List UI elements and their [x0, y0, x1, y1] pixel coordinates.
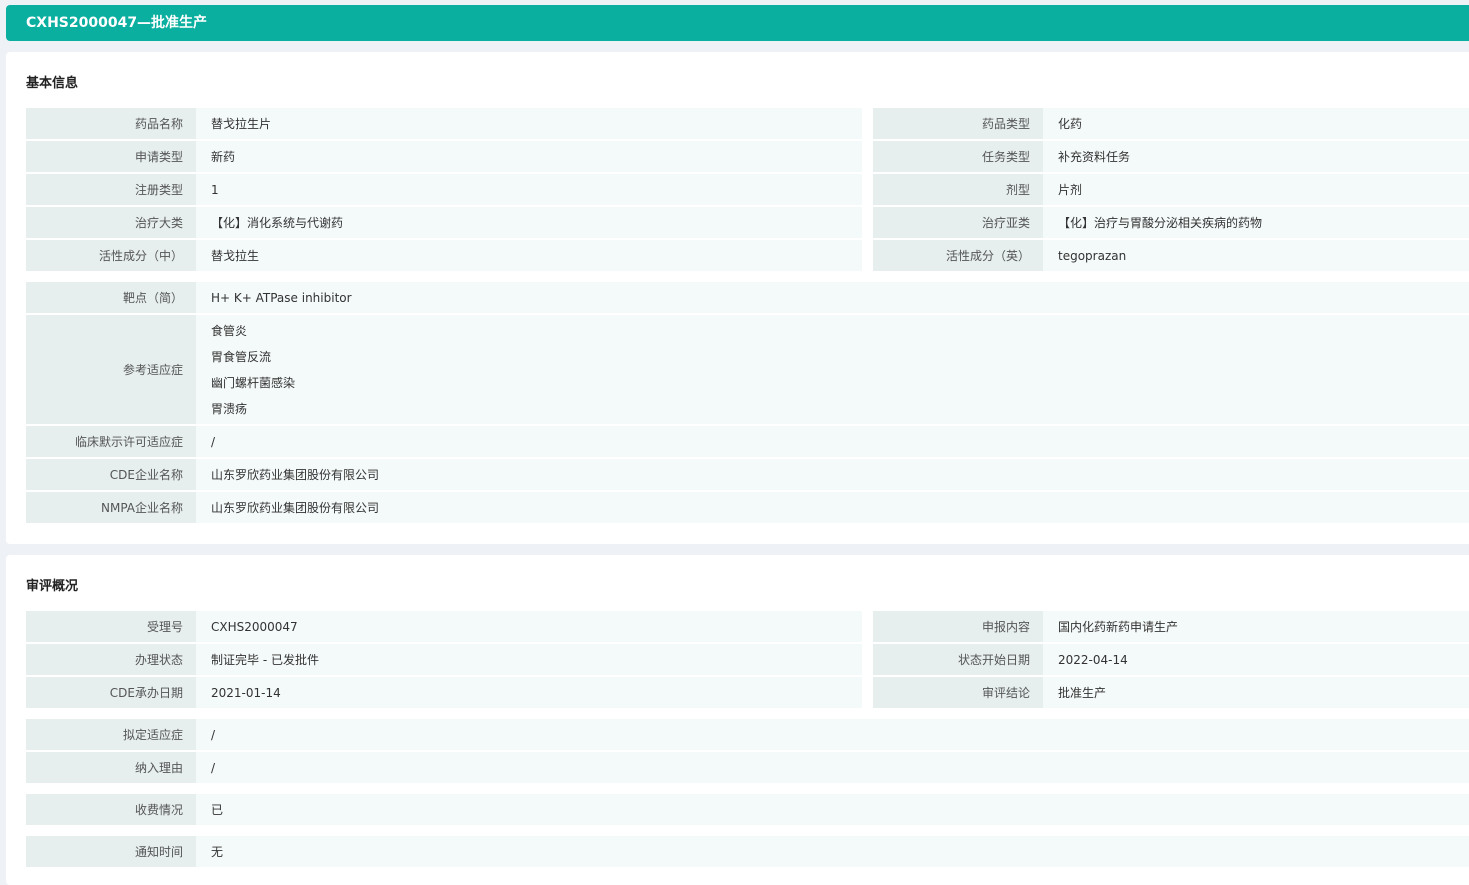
page-title: CXHS2000047—批准生产 [26, 15, 208, 31]
field-clinical-indications: 临床默示许可适应症 / [26, 426, 1469, 457]
field-value: 替戈拉生 [196, 240, 862, 271]
field-value: / [196, 719, 1469, 750]
field-target: 靶点（简） H+ K+ ATPase inhibitor [26, 282, 1469, 313]
field-application-type: 申请类型 新药 [26, 141, 862, 172]
field-processing-status: 办理状态 制证完毕 - 已发批件 [26, 644, 862, 675]
field-proposed-indication: 拟定适应症 / [26, 719, 1469, 750]
field-value: 山东罗欣药业集团股份有限公司 [196, 492, 1469, 523]
field-label: 申请类型 [26, 141, 196, 172]
field-cde-date: CDE承办日期 2021-01-14 [26, 677, 862, 708]
field-value: 制证完毕 - 已发批件 [196, 644, 862, 675]
field-reference-indications: 参考适应症 食管炎 胃食管反流 幽门螺杆菌感染 胃溃疡 [26, 315, 1469, 424]
field-registration-type: 注册类型 1 [26, 174, 862, 205]
field-label: 药品名称 [26, 108, 196, 139]
field-value: 补充资料任务 [1043, 141, 1469, 172]
field-therapy-class: 治疗大类 【化】消化系统与代谢药 [26, 207, 862, 238]
list-item: 食管炎 [211, 323, 248, 338]
field-fee-status: 收费情况 已 [26, 794, 1469, 825]
field-label: 审评结论 [873, 677, 1043, 708]
field-acceptance-number: 受理号 CXHS2000047 [26, 611, 862, 642]
field-value: 山东罗欣药业集团股份有限公司 [196, 459, 1469, 490]
section-title-review: 审评概况 [26, 579, 79, 594]
field-label: 注册类型 [26, 174, 196, 205]
field-value: CXHS2000047 [196, 611, 862, 642]
field-cde-company: CDE企业名称 山东罗欣药业集团股份有限公司 [26, 459, 1469, 490]
field-value: / [196, 426, 1469, 457]
field-value: tegoprazan [1043, 240, 1469, 271]
field-value: 国内化药新药申请生产 [1043, 611, 1469, 642]
field-label: 申报内容 [873, 611, 1043, 642]
field-status-start-date: 状态开始日期 2022-04-14 [873, 644, 1469, 675]
field-label: 活性成分（英） [873, 240, 1043, 271]
field-label: 拟定适应症 [26, 719, 196, 750]
field-label: 受理号 [26, 611, 196, 642]
field-label: 办理状态 [26, 644, 196, 675]
field-value: 已 [196, 794, 1469, 825]
basic-info-card: 基本信息 药品名称 替戈拉生片 申请类型 新药 注册类型 1 治疗大类 【化】消… [6, 52, 1469, 544]
field-value: 化药 [1043, 108, 1469, 139]
field-value-list: 食管炎 胃食管反流 幽门螺杆菌感染 胃溃疡 [196, 315, 1469, 424]
field-label: 治疗大类 [26, 207, 196, 238]
field-label: 收费情况 [26, 794, 196, 825]
field-active-ingredient-en: 活性成分（英） tegoprazan [873, 240, 1469, 271]
field-drug-name: 药品名称 替戈拉生片 [26, 108, 862, 139]
field-value: / [196, 752, 1469, 783]
field-value: 无 [196, 836, 1469, 867]
field-value: 【化】消化系统与代谢药 [196, 207, 862, 238]
field-label: CDE企业名称 [26, 459, 196, 490]
field-label: 通知时间 [26, 836, 196, 867]
field-label: 靶点（简） [26, 282, 196, 313]
field-notice-time: 通知时间 无 [26, 836, 1469, 867]
field-therapy-subclass: 治疗亚类 【化】治疗与胃酸分泌相关疾病的药物 [873, 207, 1469, 238]
field-nmpa-company: NMPA企业名称 山东罗欣药业集团股份有限公司 [26, 492, 1469, 523]
list-item: 幽门螺杆菌感染 [211, 375, 296, 390]
field-value: 2022-04-14 [1043, 644, 1469, 675]
field-dosage-form: 剂型 片剂 [873, 174, 1469, 205]
field-label: 治疗亚类 [873, 207, 1043, 238]
field-label: 临床默示许可适应症 [26, 426, 196, 457]
field-value: 替戈拉生片 [196, 108, 862, 139]
field-value: 片剂 [1043, 174, 1469, 205]
field-value: 新药 [196, 141, 862, 172]
field-drug-category: 药品类型 化药 [873, 108, 1469, 139]
list-item: 胃食管反流 [211, 349, 272, 364]
list-item: 胃溃疡 [211, 401, 248, 416]
field-value: 2021-01-14 [196, 677, 862, 708]
field-label: CDE承办日期 [26, 677, 196, 708]
field-active-ingredient-cn: 活性成分（中） 替戈拉生 [26, 240, 862, 271]
page-header: CXHS2000047—批准生产 [6, 5, 1469, 41]
field-label: 剂型 [873, 174, 1043, 205]
field-value: 1 [196, 174, 862, 205]
field-inclusion-reason: 纳入理由 / [26, 752, 1469, 783]
field-value: 【化】治疗与胃酸分泌相关疾病的药物 [1043, 207, 1469, 238]
field-value: H+ K+ ATPase inhibitor [196, 282, 1469, 313]
field-label: 药品类型 [873, 108, 1043, 139]
field-label: 纳入理由 [26, 752, 196, 783]
field-label: 任务类型 [873, 141, 1043, 172]
field-label: 状态开始日期 [873, 644, 1043, 675]
field-label: 活性成分（中） [26, 240, 196, 271]
field-label: NMPA企业名称 [26, 492, 196, 523]
section-title-basic: 基本信息 [26, 76, 79, 91]
field-submission-content: 申报内容 国内化药新药申请生产 [873, 611, 1469, 642]
field-label: 参考适应症 [26, 315, 196, 424]
field-value: 批准生产 [1043, 677, 1469, 708]
review-overview-card: 审评概况 受理号 CXHS2000047 办理状态 制证完毕 - 已发批件 CD… [6, 555, 1469, 885]
field-review-conclusion: 审评结论 批准生产 [873, 677, 1469, 708]
field-task-type: 任务类型 补充资料任务 [873, 141, 1469, 172]
